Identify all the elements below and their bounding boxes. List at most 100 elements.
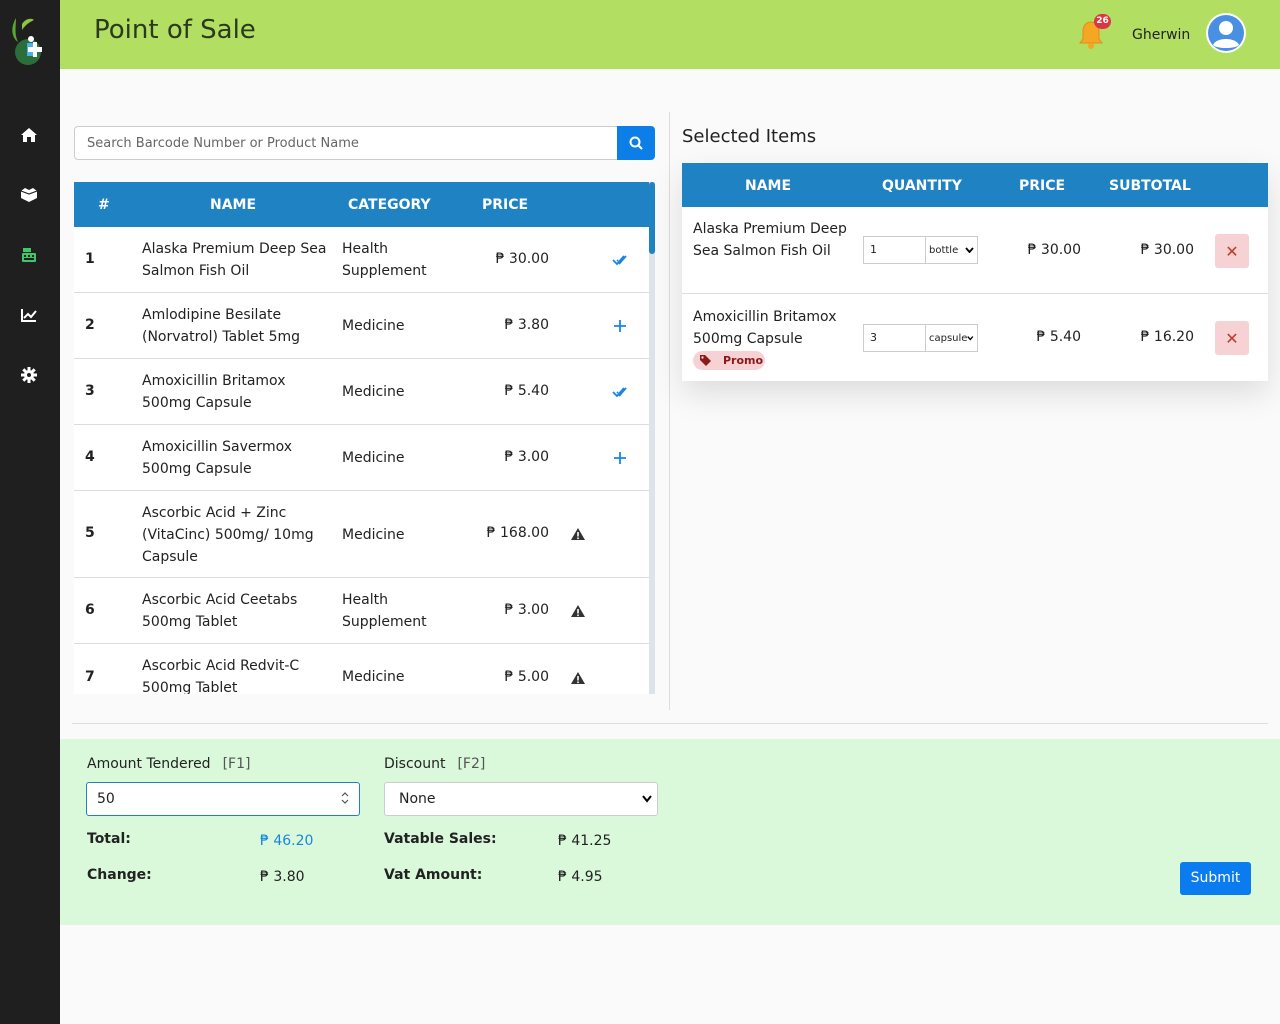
selected-item-name: Alaska Premium Deep Sea Salmon Fish Oil bbox=[693, 221, 847, 259]
header-name: NAME bbox=[745, 178, 792, 194]
remove-item-button[interactable]: ✕ bbox=[1215, 234, 1249, 268]
header-price: PRICE bbox=[1019, 178, 1066, 194]
product-price: ₱ 5.40 bbox=[504, 383, 549, 399]
selected-row: Amoxicillin Britamox 500mg Capsule Promo … bbox=[682, 295, 1268, 381]
selected-item-price: ₱ 5.40 bbox=[1036, 329, 1081, 345]
table-row[interactable]: 7 Ascorbic Acid Redvit-C 500mg Tablet Med… bbox=[74, 644, 650, 694]
product-name: Ascorbic Acid + Zinc (VitaCinc) 500mg/ 10… bbox=[142, 505, 314, 565]
amount-tendered-label: Amount Tendered [F1] bbox=[87, 756, 251, 772]
product-table: # NAME CATEGORY PRICE 1 Alaska Premium D… bbox=[74, 182, 650, 694]
top-header: Point of Sale Gherwin bbox=[60, 0, 1280, 69]
header-category: CATEGORY bbox=[348, 197, 431, 213]
add-plus-icon[interactable] bbox=[610, 316, 630, 336]
quantity-input[interactable]: 3 bbox=[863, 324, 925, 352]
product-category: Health Supplement bbox=[342, 241, 427, 279]
selected-item-name: Amoxicillin Britamox 500mg Capsule bbox=[693, 309, 837, 347]
header-num: # bbox=[98, 197, 110, 213]
product-name: Ascorbic Acid Ceetabs 500mg Tablet bbox=[142, 592, 298, 630]
quantity-input[interactable]: 1 bbox=[863, 236, 925, 264]
product-category: Medicine bbox=[342, 669, 405, 685]
unit-select[interactable]: bottle bbox=[925, 236, 978, 264]
change-value: ₱ 3.80 bbox=[260, 869, 305, 885]
product-price: ₱ 168.00 bbox=[486, 525, 549, 541]
row-number: 5 bbox=[85, 525, 95, 541]
added-check-icon[interactable] bbox=[610, 382, 630, 402]
table-row[interactable]: 6 Ascorbic Acid Ceetabs 500mg Tablet Heal… bbox=[74, 578, 650, 644]
unit-select[interactable]: capsule bbox=[925, 324, 978, 352]
page-title: Point of Sale bbox=[94, 15, 256, 45]
discount-label: Discount [F2] bbox=[384, 756, 486, 772]
section-divider bbox=[72, 723, 1268, 724]
row-number: 4 bbox=[85, 449, 95, 465]
selected-items-table: NAME QUANTITY PRICE SUBTOTAL Alaska Prem… bbox=[682, 163, 1268, 381]
selected-row: Alaska Premium Deep Sea Salmon Fish Oil 1… bbox=[682, 207, 1268, 294]
added-check-icon[interactable] bbox=[610, 250, 630, 270]
selected-items-title: Selected Items bbox=[682, 126, 817, 147]
spinner-icon[interactable] bbox=[341, 791, 349, 805]
submit-button[interactable]: Submit bbox=[1180, 862, 1251, 895]
chevron-down-icon bbox=[965, 247, 974, 253]
promo-badge: Promo bbox=[693, 351, 765, 370]
product-price: ₱ 3.80 bbox=[504, 317, 549, 333]
row-number: 6 bbox=[85, 602, 95, 618]
product-table-header: # NAME CATEGORY PRICE bbox=[74, 182, 650, 227]
table-row[interactable]: 2 Amlodipine Besilate (Norvatrol) Tablet … bbox=[74, 293, 650, 359]
product-name: Alaska Premium Deep Sea Salmon Fish Oil bbox=[142, 241, 327, 279]
amount-tendered-input[interactable]: 50 bbox=[86, 782, 360, 816]
product-name: Amlodipine Besilate (Norvatrol) Tablet 5m… bbox=[142, 307, 300, 345]
add-plus-icon[interactable] bbox=[610, 448, 630, 468]
warning-icon bbox=[570, 671, 586, 687]
nav-reports[interactable] bbox=[15, 301, 43, 329]
vat-amount-value: ₱ 4.95 bbox=[558, 869, 603, 885]
payment-panel: Amount Tendered [F1] 50 Discount [F2] None… bbox=[60, 739, 1280, 925]
product-name: Amoxicillin Savermox 500mg Capsule bbox=[142, 439, 293, 477]
product-name: Amoxicillin Britamox 500mg Capsule bbox=[142, 373, 286, 411]
scrollbar-thumb[interactable] bbox=[649, 182, 655, 254]
chevron-down-icon bbox=[642, 795, 652, 803]
remove-item-button[interactable]: ✕ bbox=[1215, 321, 1249, 355]
sidebar bbox=[0, 0, 60, 1024]
row-number: 3 bbox=[85, 383, 95, 399]
nav-home[interactable] bbox=[15, 121, 43, 149]
total-value: ₱ 46.20 bbox=[260, 833, 314, 849]
vat-amount-label: Vat Amount: bbox=[384, 867, 483, 883]
nav-settings[interactable] bbox=[15, 361, 43, 389]
header-price: PRICE bbox=[482, 197, 529, 213]
warning-icon bbox=[570, 604, 586, 620]
header-subtotal: SUBTOTAL bbox=[1109, 178, 1191, 194]
selected-item-price: ₱ 30.00 bbox=[1027, 242, 1081, 258]
product-category: Medicine bbox=[342, 384, 405, 400]
close-icon: ✕ bbox=[1225, 241, 1239, 261]
search-button[interactable] bbox=[617, 126, 655, 160]
gear-icon bbox=[21, 367, 37, 383]
nav-pos[interactable] bbox=[15, 241, 43, 269]
product-price: ₱ 3.00 bbox=[504, 602, 549, 618]
row-number: 7 bbox=[85, 669, 95, 685]
tag-icon bbox=[700, 355, 711, 366]
table-row[interactable]: 5 Ascorbic Acid + Zinc (VitaCinc) 500mg/ … bbox=[74, 491, 650, 578]
user-avatar[interactable] bbox=[1206, 13, 1246, 53]
chart-line-icon bbox=[21, 309, 37, 322]
change-label: Change: bbox=[87, 867, 152, 883]
product-table-scrollbar[interactable] bbox=[649, 182, 655, 694]
nav-inventory[interactable] bbox=[15, 181, 43, 209]
product-price: ₱ 3.00 bbox=[504, 449, 549, 465]
row-number: 2 bbox=[85, 317, 95, 333]
app-logo bbox=[8, 14, 48, 66]
product-category: Medicine bbox=[342, 318, 405, 334]
product-search-input[interactable] bbox=[74, 126, 618, 160]
table-row[interactable]: 4 Amoxicillin Savermox 500mg Capsule Medi… bbox=[74, 425, 650, 491]
discount-select[interactable]: None bbox=[384, 782, 658, 816]
selected-item-subtotal: ₱ 30.00 bbox=[1140, 242, 1194, 258]
panel-divider bbox=[669, 112, 670, 710]
vatable-sales-value: ₱ 41.25 bbox=[558, 833, 612, 849]
search-icon bbox=[629, 136, 643, 150]
user-name[interactable]: Gherwin bbox=[1132, 27, 1190, 43]
box-icon bbox=[20, 188, 38, 202]
table-row[interactable]: 3 Amoxicillin Britamox 500mg Capsule Medi… bbox=[74, 359, 650, 425]
table-row[interactable]: 1 Alaska Premium Deep Sea Salmon Fish Oil… bbox=[74, 227, 650, 293]
product-price: ₱ 30.00 bbox=[495, 251, 549, 267]
header-name: NAME bbox=[210, 197, 257, 213]
product-category: Health Supplement bbox=[342, 592, 427, 630]
product-price: ₱ 5.00 bbox=[504, 669, 549, 685]
